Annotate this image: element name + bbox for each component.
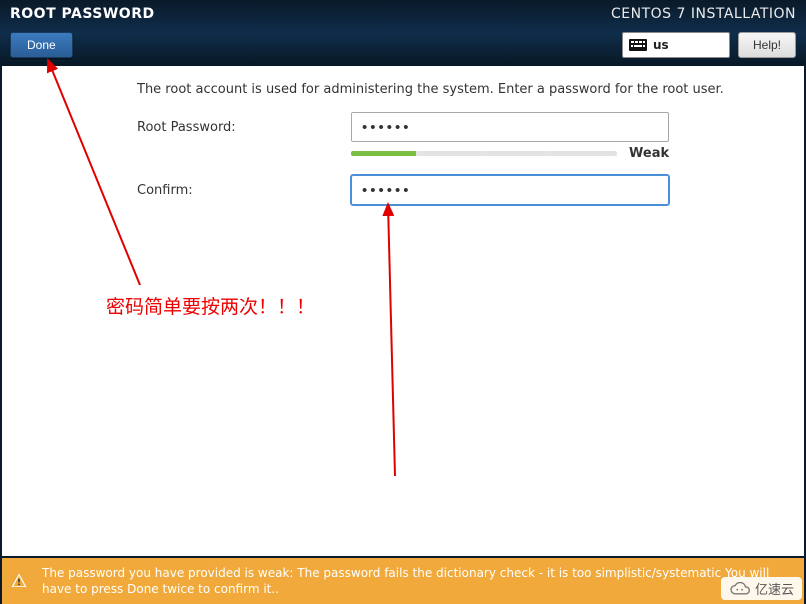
confirm-password-input[interactable] xyxy=(351,175,669,205)
password-strength-label: Weak xyxy=(629,146,669,161)
root-password-label: Root Password: xyxy=(137,120,351,135)
cloud-icon xyxy=(729,582,751,596)
installer-title: CENTOS 7 INSTALLATION xyxy=(611,6,796,22)
confirm-password-label: Confirm: xyxy=(137,183,351,198)
help-button[interactable]: Help! xyxy=(738,32,796,58)
root-password-input[interactable] xyxy=(351,112,669,142)
strength-segment-1 xyxy=(351,151,416,156)
main-content: The root account is used for administeri… xyxy=(0,66,806,556)
title-row: ROOT PASSWORD CENTOS 7 INSTALLATION xyxy=(10,6,796,28)
password-strength-row: Weak xyxy=(351,146,669,161)
right-controls: us Help! xyxy=(622,32,796,58)
header-bar: ROOT PASSWORD CENTOS 7 INSTALLATION Done… xyxy=(0,0,806,66)
keyboard-icon xyxy=(629,39,647,51)
strength-segment-3 xyxy=(485,151,550,156)
keyboard-layout-selector[interactable]: us xyxy=(622,32,730,58)
confirm-password-row: Confirm: xyxy=(137,175,669,205)
watermark-text: 亿速云 xyxy=(755,579,794,598)
done-button[interactable]: Done xyxy=(10,32,73,58)
control-row: Done us Help! xyxy=(10,32,796,58)
warning-footer: The password you have provided is weak: … xyxy=(0,556,806,604)
root-password-row: Root Password: xyxy=(137,112,669,142)
instruction-text: The root account is used for administeri… xyxy=(137,82,724,97)
warning-icon xyxy=(10,572,28,590)
strength-segment-4 xyxy=(552,151,617,156)
watermark: 亿速云 xyxy=(721,577,802,600)
password-strength-bar xyxy=(351,151,617,156)
page-title: ROOT PASSWORD xyxy=(10,6,155,22)
keyboard-layout-label: us xyxy=(653,38,669,52)
strength-segment-2 xyxy=(418,151,483,156)
warning-text: The password you have provided is weak: … xyxy=(42,565,792,597)
